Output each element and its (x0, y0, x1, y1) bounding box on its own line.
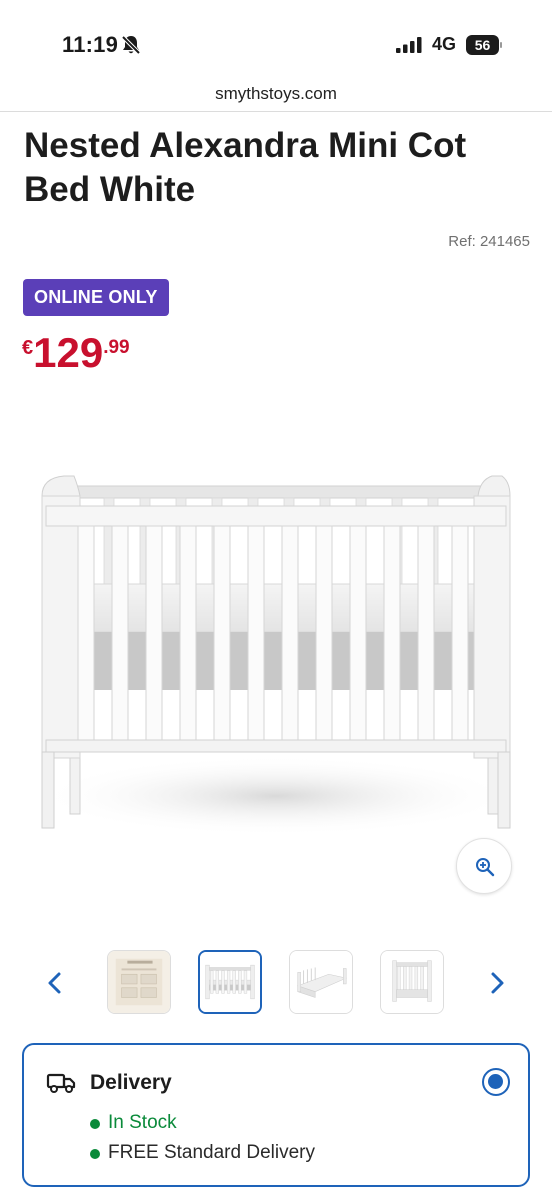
status-bar: 11:19 4G 56 (0, 0, 552, 80)
cot-bed-mode-thumbnail[interactable] (289, 950, 353, 1014)
signal-icon (396, 37, 422, 53)
cot-front-thumbnail[interactable] (198, 950, 262, 1014)
product-info-thumbnail[interactable] (107, 950, 171, 1014)
zoom-in-icon (476, 858, 495, 877)
price-cents: .99 (103, 337, 130, 358)
url-bar[interactable]: smythstoys.com (0, 84, 552, 104)
cot-side-thumbnail[interactable] (380, 950, 444, 1014)
delivery-option[interactable]: Delivery In Stock FREE Standard Delivery (22, 1043, 530, 1187)
thumbnail-image (200, 952, 260, 1012)
product-ref: Ref: 241465 (448, 233, 530, 250)
product-page: 11:19 4G 56 smythstoys.com Nested Alexan… (0, 0, 552, 1200)
thumbnail-image (381, 951, 443, 1013)
delivery-title: Delivery (90, 1071, 172, 1094)
delivery-radio[interactable] (482, 1068, 510, 1096)
truck-icon (46, 1073, 76, 1093)
status-dot-icon (90, 1149, 100, 1159)
bell-slash-icon (121, 35, 141, 55)
product-image[interactable] (28, 456, 524, 842)
chevron-right-icon[interactable] (484, 966, 510, 1000)
divider (0, 111, 552, 112)
online-only-badge: ONLINE ONLY (23, 279, 169, 316)
battery-level: 56 (466, 35, 499, 55)
stock-status-text: In Stock (108, 1112, 177, 1133)
zoom-button[interactable] (456, 838, 512, 894)
battery-tip (500, 42, 502, 48)
status-dot-icon (90, 1119, 100, 1129)
status-time: 11:19 (62, 32, 119, 57)
product-price: €129.99 (22, 332, 130, 374)
price-currency: € (22, 337, 34, 359)
thumbnail-image (290, 951, 352, 1013)
battery-icon: 56 (466, 35, 502, 55)
network-type: 4G (432, 34, 457, 54)
product-title: Nested Alexandra Mini Cot Bed White (24, 126, 467, 209)
shipping-info-text: FREE Standard Delivery (108, 1142, 315, 1163)
price-whole: 129 (33, 329, 104, 376)
radio-selected-dot (488, 1074, 503, 1089)
chevron-left-icon[interactable] (42, 966, 68, 1000)
thumbnail-image (108, 951, 170, 1013)
